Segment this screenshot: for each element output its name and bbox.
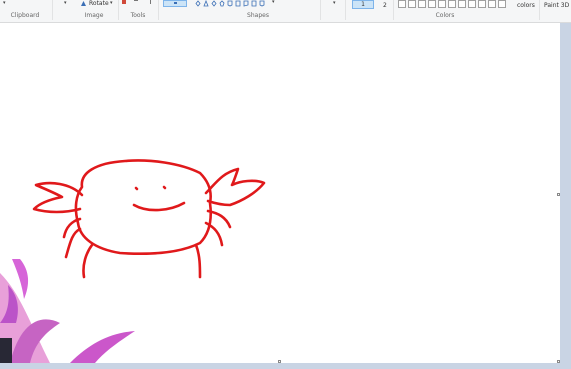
image-group-label: Image bbox=[84, 12, 104, 19]
ribbon-separator bbox=[345, 0, 346, 20]
shapes-dropdown-icon[interactable]: ▾ bbox=[272, 0, 275, 5]
shapes-gallery-icon[interactable] bbox=[194, 0, 274, 7]
color-swatch[interactable] bbox=[428, 0, 436, 8]
select-dropdown-icon[interactable]: ▾ bbox=[64, 0, 67, 6]
paste-dropdown-icon[interactable]: ▾ bbox=[3, 0, 6, 6]
ribbon-toolbar: ▾ Clipboard ▾ Rotate ▾ Image Tools ▾ Sha… bbox=[0, 0, 571, 23]
crab-eye-right bbox=[162, 185, 167, 190]
fill-icon[interactable] bbox=[134, 0, 138, 5]
crab-leg bbox=[194, 243, 202, 279]
shapes-group-label: Shapes bbox=[247, 12, 269, 19]
color1-button[interactable]: 1 bbox=[352, 0, 374, 9]
resize-handle-icon[interactable] bbox=[557, 193, 560, 196]
ribbon-separator bbox=[52, 0, 53, 20]
color-swatch[interactable] bbox=[498, 0, 506, 8]
ribbon-separator bbox=[393, 0, 394, 20]
rotate-button[interactable]: Rotate bbox=[89, 0, 109, 7]
crab-right-claw bbox=[204, 167, 266, 207]
drawing-canvas[interactable] bbox=[0, 23, 560, 363]
color-swatch[interactable] bbox=[478, 0, 486, 8]
crab-body bbox=[74, 159, 212, 255]
tools-group-label: Tools bbox=[130, 12, 146, 19]
clipboard-group-label: Clipboard bbox=[10, 12, 40, 19]
color-swatch[interactable] bbox=[408, 0, 416, 8]
pencil-icon[interactable] bbox=[122, 0, 126, 4]
color-swatch[interactable] bbox=[418, 0, 426, 8]
brush-icon bbox=[174, 2, 177, 4]
brushes-button[interactable] bbox=[163, 0, 187, 7]
partial-artwork bbox=[0, 259, 135, 363]
crab-leg bbox=[82, 243, 94, 279]
ribbon-separator bbox=[320, 0, 321, 20]
crab-mouth bbox=[132, 201, 186, 212]
color-swatch[interactable] bbox=[438, 0, 446, 8]
edit-colors-button[interactable]: colors bbox=[517, 2, 535, 9]
rotate-dropdown-icon[interactable]: ▾ bbox=[110, 0, 113, 6]
crab-eye-left bbox=[134, 186, 139, 191]
text-tool-icon[interactable] bbox=[146, 0, 151, 4]
color-swatch[interactable] bbox=[398, 0, 406, 8]
ribbon-separator bbox=[158, 0, 159, 20]
size-dropdown-icon[interactable]: ▾ bbox=[333, 0, 336, 6]
color-swatch[interactable] bbox=[488, 0, 496, 8]
color2-button[interactable]: 2 bbox=[383, 2, 387, 9]
colors-group-label: Colors bbox=[435, 12, 455, 19]
ribbon-separator bbox=[118, 0, 119, 20]
crab-leg bbox=[64, 227, 82, 259]
color-swatch[interactable] bbox=[448, 0, 456, 8]
rotate-icon[interactable] bbox=[80, 0, 87, 7]
color-swatch[interactable] bbox=[458, 0, 466, 8]
paint3d-button[interactable]: Paint 3D bbox=[544, 2, 569, 9]
resize-handle-icon[interactable] bbox=[557, 360, 560, 363]
canvas-drawing bbox=[0, 159, 266, 363]
resize-handle-icon[interactable] bbox=[278, 360, 281, 363]
color-swatch[interactable] bbox=[468, 0, 476, 8]
ribbon-separator bbox=[539, 0, 540, 20]
